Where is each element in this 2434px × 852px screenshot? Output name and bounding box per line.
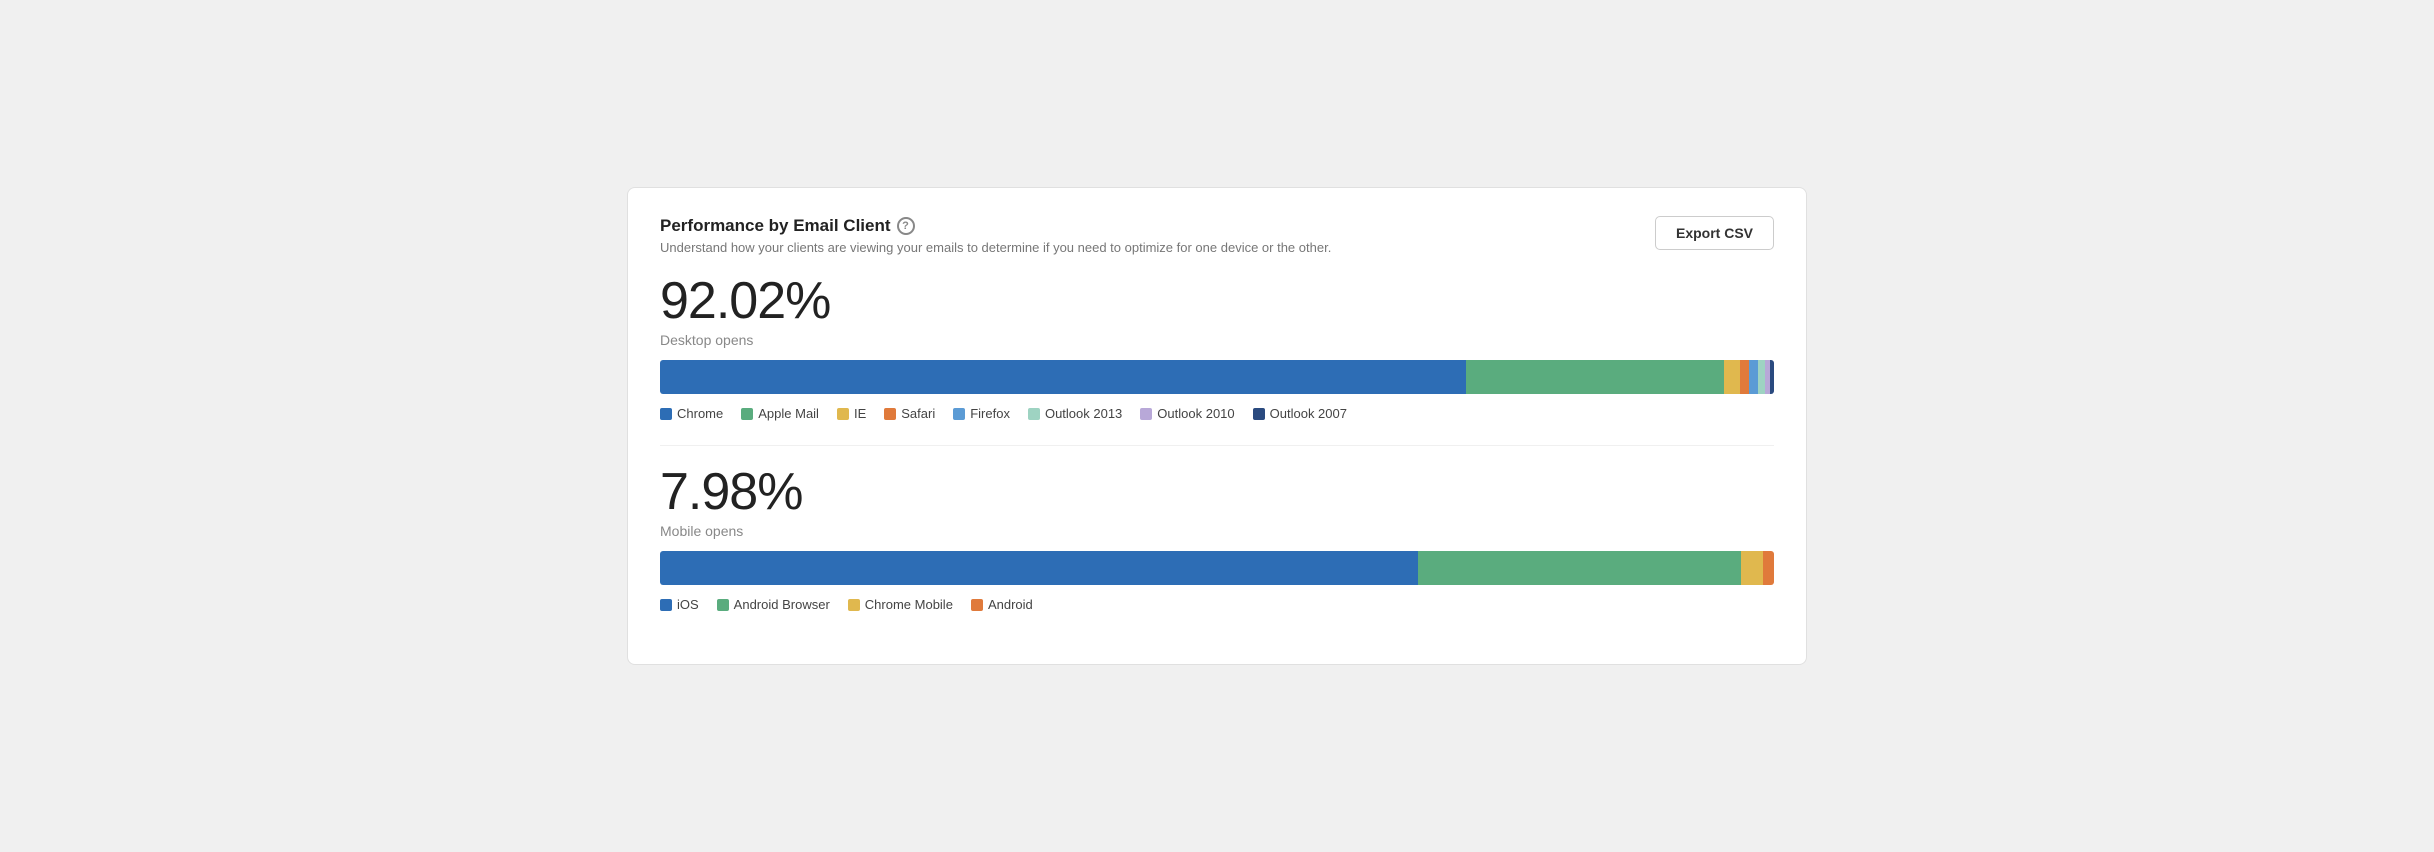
bar-segment-chrome-mobile xyxy=(1741,551,1763,585)
card-header: Performance by Email Client ? Understand… xyxy=(660,216,1774,255)
legend-dot xyxy=(953,408,965,420)
bar-segment-ios xyxy=(660,551,1418,585)
legend-label: Safari xyxy=(901,406,935,421)
bar-segment-android xyxy=(1763,551,1774,585)
legend-label: Android Browser xyxy=(734,597,830,612)
bar-segment-chrome xyxy=(660,360,1466,394)
desktop-legend: Chrome Apple Mail IE Safari Firefox Outlook 2… xyxy=(660,406,1774,421)
bar-segment-outlook-2007 xyxy=(1770,360,1774,394)
legend-dot xyxy=(848,599,860,611)
bar-segment-android-browser xyxy=(1418,551,1741,585)
mobile-label: Mobile opens xyxy=(660,523,1774,539)
legend-item: Chrome Mobile xyxy=(848,597,953,612)
legend-dot xyxy=(717,599,729,611)
legend-item: Apple Mail xyxy=(741,406,819,421)
legend-item: Firefox xyxy=(953,406,1010,421)
legend-item: Outlook 2007 xyxy=(1253,406,1347,421)
desktop-bar xyxy=(660,360,1774,394)
bar-segment-outlook-2013 xyxy=(1758,360,1765,394)
legend-item: IE xyxy=(837,406,866,421)
card-title-text: Performance by Email Client xyxy=(660,216,891,236)
help-icon[interactable]: ? xyxy=(897,217,915,235)
bar-segment-ie xyxy=(1724,360,1741,394)
legend-label: Apple Mail xyxy=(758,406,819,421)
bar-segment-safari xyxy=(1740,360,1749,394)
card-title: Performance by Email Client ? xyxy=(660,216,1331,236)
mobile-legend: iOS Android Browser Chrome Mobile Android xyxy=(660,597,1774,612)
legend-label: Outlook 2007 xyxy=(1270,406,1347,421)
legend-label: Chrome xyxy=(677,406,723,421)
legend-item: Outlook 2010 xyxy=(1140,406,1234,421)
legend-item: iOS xyxy=(660,597,699,612)
desktop-percentage: 92.02% xyxy=(660,273,1774,330)
legend-label: Outlook 2010 xyxy=(1157,406,1234,421)
legend-item: Android xyxy=(971,597,1033,612)
performance-card: Performance by Email Client ? Understand… xyxy=(627,187,1807,665)
export-csv-button[interactable]: Export CSV xyxy=(1655,216,1774,250)
legend-label: IE xyxy=(854,406,866,421)
legend-label: iOS xyxy=(677,597,699,612)
desktop-section: 92.02% Desktop opens Chrome Apple Mail IE S… xyxy=(660,273,1774,421)
card-subtitle: Understand how your clients are viewing … xyxy=(660,240,1331,255)
legend-dot xyxy=(1140,408,1152,420)
legend-item: Android Browser xyxy=(717,597,830,612)
legend-label: Chrome Mobile xyxy=(865,597,953,612)
legend-label: Outlook 2013 xyxy=(1045,406,1122,421)
legend-label: Firefox xyxy=(970,406,1010,421)
legend-item: Outlook 2013 xyxy=(1028,406,1122,421)
legend-dot xyxy=(660,408,672,420)
bar-segment-apple-mail xyxy=(1466,360,1724,394)
card-title-block: Performance by Email Client ? Understand… xyxy=(660,216,1331,255)
legend-dot xyxy=(971,599,983,611)
legend-dot xyxy=(660,599,672,611)
legend-label: Android xyxy=(988,597,1033,612)
mobile-percentage: 7.98% xyxy=(660,464,1774,521)
legend-dot xyxy=(837,408,849,420)
legend-dot xyxy=(884,408,896,420)
legend-item: Chrome xyxy=(660,406,723,421)
legend-dot xyxy=(1028,408,1040,420)
legend-dot xyxy=(1253,408,1265,420)
legend-item: Safari xyxy=(884,406,935,421)
mobile-bar xyxy=(660,551,1774,585)
section-divider xyxy=(660,445,1774,446)
bar-segment-firefox xyxy=(1749,360,1758,394)
legend-dot xyxy=(741,408,753,420)
mobile-section: 7.98% Mobile opens iOS Android Browser Chr… xyxy=(660,464,1774,612)
desktop-label: Desktop opens xyxy=(660,332,1774,348)
